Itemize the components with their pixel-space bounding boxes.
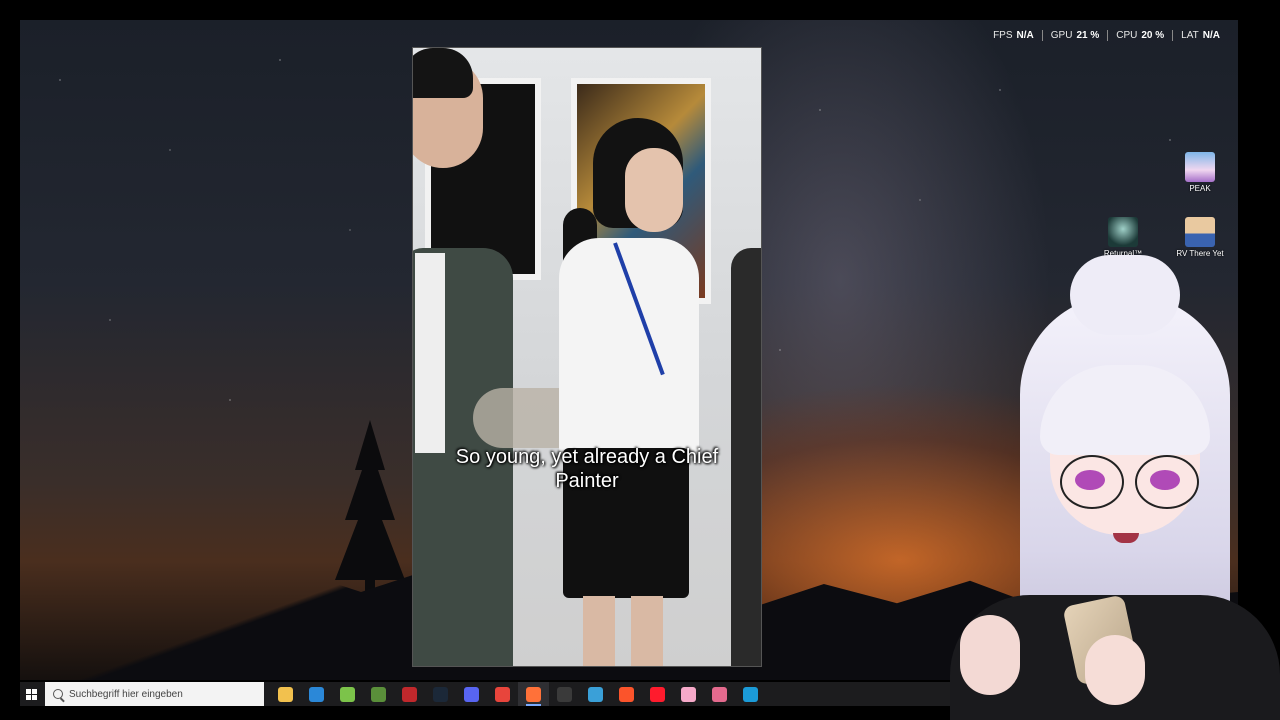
- taskbar-app-steam-icon-2[interactable]: [735, 682, 766, 706]
- cpu-readout: CPU 20 %: [1108, 30, 1174, 41]
- steam-icon-2: [743, 686, 758, 702]
- desktop-shortcut-returnal[interactable]: Returnal™: [1093, 217, 1153, 258]
- taskbar: Suchbegriff hier eingeben: [20, 682, 950, 706]
- taskbar-app-opera[interactable]: [642, 682, 673, 706]
- tool-icon: [712, 686, 727, 702]
- taskbar-app-minecraft[interactable]: [363, 682, 394, 706]
- taskbar-app-android-app[interactable]: [332, 682, 363, 706]
- lat-value: N/A: [1202, 30, 1220, 41]
- taskbar-app-streamer-app[interactable]: [580, 682, 611, 706]
- taskbar-app-gog-galaxy[interactable]: [394, 682, 425, 706]
- taskbar-app-brave[interactable]: [611, 682, 642, 706]
- chrome-icon: [495, 686, 510, 702]
- vtube-icon: [681, 686, 696, 702]
- file-explorer-icon: [278, 686, 293, 702]
- taskbar-app-store[interactable]: [301, 682, 332, 706]
- avatar-glasses: [1060, 455, 1124, 509]
- start-button[interactable]: [20, 682, 42, 706]
- taskbar-app-chrome[interactable]: [487, 682, 518, 706]
- video-man-figure: [413, 48, 533, 666]
- performance-overlay: FPS N/A GPU 21 % CPU 20 % LAT N/A: [985, 30, 1228, 41]
- steam-icon: [433, 686, 448, 702]
- taskbar-app-firefox[interactable]: [518, 682, 549, 706]
- video-woman-figure: [553, 118, 723, 666]
- search-placeholder: Suchbegriff hier eingeben: [69, 688, 183, 700]
- opera-icon: [650, 686, 665, 702]
- minecraft-icon: [371, 686, 386, 702]
- firefox-icon: [526, 686, 541, 702]
- streamer-app-icon: [588, 686, 603, 702]
- brave-icon: [619, 686, 634, 702]
- fps-label: FPS: [993, 30, 1013, 41]
- cpu-label: CPU: [1116, 30, 1138, 41]
- taskbar-app-tool[interactable]: [704, 682, 735, 706]
- fps-value: N/A: [1016, 30, 1034, 41]
- search-icon: [53, 689, 63, 699]
- desktop-shortcut-peak[interactable]: PEAK: [1170, 152, 1230, 193]
- windows-logo-icon: [25, 688, 37, 700]
- gpu-value: 21 %: [1076, 30, 1100, 41]
- taskbar-search-box[interactable]: Suchbegriff hier eingeben: [45, 682, 264, 706]
- lat-label: LAT: [1181, 30, 1199, 41]
- latency-readout: LAT N/A: [1173, 30, 1228, 41]
- taskbar-app-obs[interactable]: [549, 682, 580, 706]
- taskbar-app-file-explorer[interactable]: [270, 682, 301, 706]
- obs-icon: [557, 686, 572, 702]
- shortcut-label: PEAK: [1189, 184, 1211, 193]
- discord-icon: [464, 686, 479, 702]
- gpu-label: GPU: [1050, 30, 1073, 41]
- store-icon: [309, 686, 324, 702]
- taskbar-app-vtube[interactable]: [673, 682, 704, 706]
- taskbar-apps: [270, 682, 766, 706]
- gog-galaxy-icon: [402, 686, 417, 702]
- video-subtitle: So young, yet already a Chief Painter: [455, 446, 719, 492]
- taskbar-app-steam[interactable]: [425, 682, 456, 706]
- cpu-value: 20 %: [1141, 30, 1165, 41]
- android-app-icon: [340, 686, 355, 702]
- taskbar-app-discord[interactable]: [456, 682, 487, 706]
- peak-game-icon: [1185, 152, 1215, 182]
- gpu-readout: GPU 21 %: [1043, 30, 1109, 41]
- rv-there-yet-game-icon: [1185, 217, 1215, 247]
- fps-readout: FPS N/A: [985, 30, 1043, 41]
- returnal-game-icon: [1108, 217, 1138, 247]
- vtuber-avatar: [950, 255, 1280, 720]
- desktop-shortcut-rv-there-yet[interactable]: RV There Yet: [1170, 217, 1230, 258]
- video-player-window[interactable]: So young, yet already a Chief Painter: [412, 47, 762, 667]
